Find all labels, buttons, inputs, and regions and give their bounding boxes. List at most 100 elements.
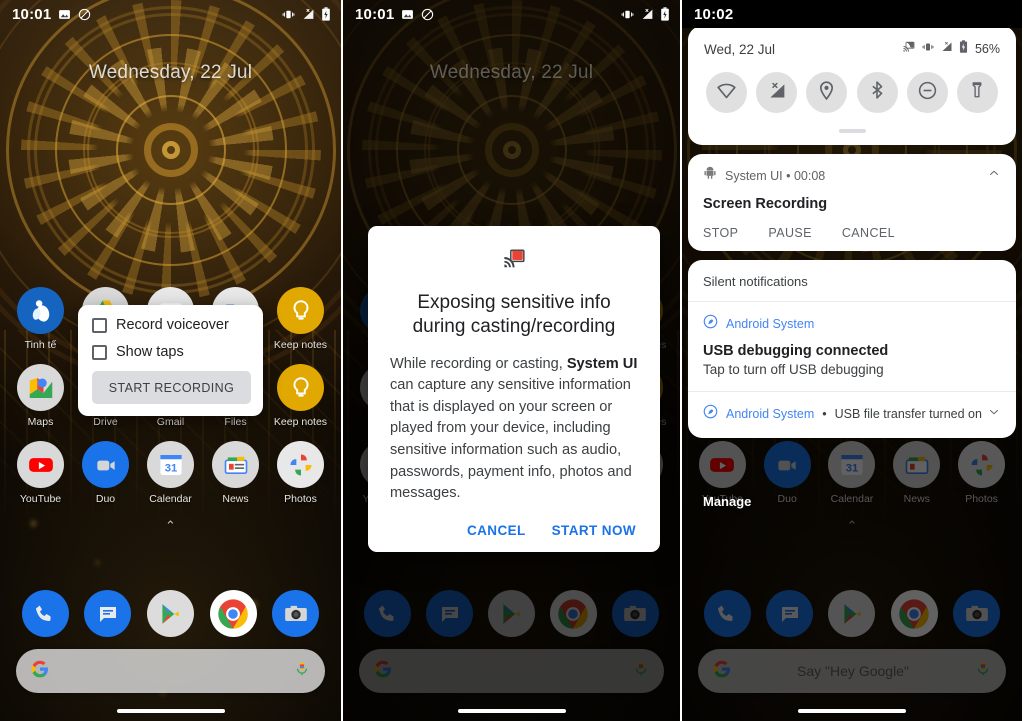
location-icon: [816, 80, 837, 106]
news-icon: [212, 441, 259, 488]
vibrate-icon: [620, 8, 635, 21]
date-widget: Wednesday, 22 Jul: [88, 62, 253, 83]
keep-icon: [277, 287, 324, 334]
nav-gesture-bar[interactable]: [343, 709, 680, 713]
app-tinhte[interactable]: Tinh tế: [12, 287, 70, 351]
phone-icon[interactable]: [21, 590, 69, 637]
app-row: YouTube Duo 31 Calendar: [0, 441, 341, 505]
app-label: Drive: [93, 416, 118, 428]
chevron-up-icon[interactable]: [987, 166, 1001, 185]
app-label: Keep notes: [273, 416, 328, 428]
notification-app-name: System UI • 00:08: [725, 168, 826, 183]
wifi-icon: [716, 80, 737, 106]
app-label: Photos: [284, 493, 317, 505]
qs-tile-flashlight[interactable]: [956, 72, 998, 113]
battery-icon: [959, 40, 968, 58]
notification-app-name: Android System: [726, 317, 815, 331]
app-photos[interactable]: Photos: [272, 441, 330, 505]
show-taps-row[interactable]: Show taps: [92, 344, 251, 360]
cancel-button[interactable]: CANCEL: [842, 226, 895, 240]
stop-button[interactable]: STOP: [703, 226, 738, 240]
dialog-body: While recording or casting, System UI ca…: [390, 354, 638, 505]
chrome-icon[interactable]: [209, 590, 257, 637]
status-bar: 10:01: [0, 0, 341, 28]
nav-gesture-bar[interactable]: [682, 709, 1022, 713]
duo-icon: [82, 441, 129, 488]
mobile-data-off-icon: [766, 80, 787, 106]
body-pre: While recording or casting,: [390, 355, 567, 372]
record-voiceover-label: Record voiceover: [116, 317, 229, 333]
notification-shade: Wed, 22 Jul 56% System UI • 00:08 Screen…: [688, 26, 1016, 438]
panel-record-options: 10:01 Wednesday, 22 Jul Tinh tế Keep not…: [0, 0, 341, 721]
nav-gesture-bar[interactable]: [0, 709, 341, 713]
screen-record-options-popup: Record voiceover Show taps START RECORDI…: [78, 305, 263, 416]
panel-cast-warning: Wednesday, 22 Jul Tinh tế Drive: [341, 0, 682, 721]
qs-tile-wifi[interactable]: [706, 72, 747, 113]
app-label: Files: [224, 416, 247, 428]
qs-tile-mobile-data[interactable]: [756, 72, 798, 113]
show-taps-checkbox[interactable]: [92, 344, 107, 360]
app-maps[interactable]: Maps: [12, 364, 70, 428]
cancel-button[interactable]: CANCEL: [467, 523, 526, 538]
app-news[interactable]: News: [207, 441, 265, 505]
status-time: 10:01: [355, 5, 395, 23]
start-now-button[interactable]: START NOW: [552, 523, 636, 538]
cast-warning-dialog: Exposing sensitive info during casting/r…: [368, 226, 660, 552]
app-keep[interactable]: Keep notes: [272, 287, 330, 351]
no-sim-signal-icon: [640, 8, 655, 21]
photos-icon: [277, 441, 324, 488]
chevron-down-icon[interactable]: [987, 405, 1001, 424]
qs-tile-bluetooth[interactable]: [856, 72, 898, 113]
manage-notifications-button[interactable]: Manage: [703, 494, 751, 509]
dock: [0, 590, 341, 637]
date-widget: Wednesday, 22 Jul: [429, 62, 594, 83]
cast-icon: [502, 248, 527, 275]
image-icon: [58, 8, 71, 21]
app-label: Gmail: [156, 416, 185, 428]
notification-title: USB debugging connected: [703, 343, 889, 359]
app-label: YouTube: [19, 493, 62, 505]
youtube-icon: [17, 441, 64, 488]
notification-usb-file-transfer[interactable]: Android System • USB file transfer turne…: [688, 392, 1016, 438]
shade-drag-handle[interactable]: [704, 129, 1000, 133]
pause-button[interactable]: PAUSE: [768, 226, 811, 240]
tinhte-icon: [17, 287, 64, 334]
status-time: 10:01: [12, 5, 52, 23]
camera-icon[interactable]: [272, 590, 320, 637]
cast-icon: [902, 40, 916, 58]
maps-icon: [17, 364, 64, 411]
battery-percent: 56%: [974, 42, 1000, 56]
record-voiceover-checkbox[interactable]: [92, 317, 107, 333]
start-recording-button[interactable]: START RECORDING: [92, 371, 251, 404]
qs-tile-dnd[interactable]: [906, 72, 948, 113]
notification-usb-debugging[interactable]: Android System USB debugging connected T…: [688, 302, 1016, 392]
bluetooth-icon: [867, 80, 887, 105]
status-bar: 10:01: [343, 0, 680, 28]
battery-icon: [321, 7, 331, 21]
play-store-icon[interactable]: [146, 590, 194, 637]
notification-description: Tap to turn off USB debugging: [703, 362, 884, 377]
app-label: Duo: [95, 493, 116, 505]
app-label: Calendar: [149, 493, 192, 505]
qs-tile-location[interactable]: [806, 72, 848, 113]
panel-notification-shade: Tinh tế Drive Gmail Files Keep notes: [682, 0, 1022, 721]
record-voiceover-row[interactable]: Record voiceover: [92, 317, 251, 333]
mic-icon[interactable]: [293, 660, 311, 683]
body-bold: System UI: [566, 355, 638, 372]
show-taps-label: Show taps: [116, 344, 184, 360]
calendar-icon: 31: [147, 441, 194, 488]
app-duo[interactable]: Duo: [77, 441, 135, 505]
do-not-disturb-icon: [78, 8, 91, 21]
no-sim-signal-icon: [301, 8, 316, 21]
status-bar: 10:02: [682, 0, 1022, 28]
app-calendar[interactable]: 31 Calendar: [142, 441, 200, 505]
all-apps-arrow[interactable]: ⌃: [0, 518, 341, 534]
flashlight-icon: [968, 80, 986, 105]
messages-icon[interactable]: [84, 590, 132, 637]
app-keep-2[interactable]: Keep notes: [272, 364, 330, 428]
app-label: Maps: [27, 416, 54, 428]
do-not-disturb-icon: [917, 80, 938, 106]
app-youtube[interactable]: YouTube: [12, 441, 70, 505]
vibrate-icon: [921, 40, 935, 58]
google-search-bar[interactable]: [16, 649, 325, 693]
